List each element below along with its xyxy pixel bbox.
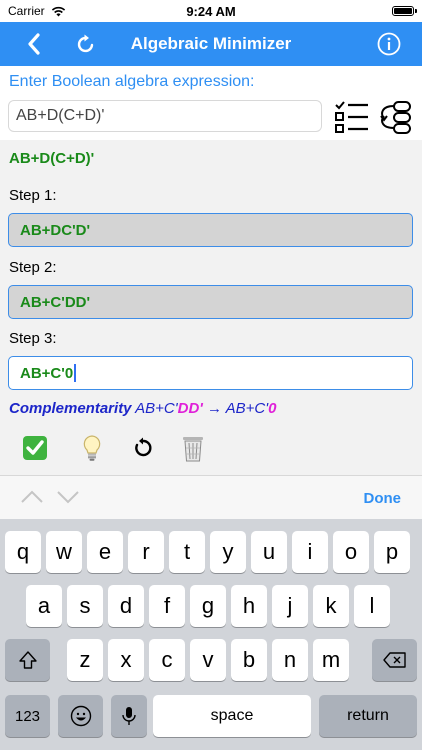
backspace-key[interactable]	[372, 639, 417, 681]
key-n[interactable]: n	[272, 639, 308, 681]
trash-icon	[183, 437, 203, 462]
key-u[interactable]: u	[251, 531, 287, 573]
checklist-icon	[335, 101, 368, 133]
step-2-label: Step 2:	[9, 259, 57, 276]
key-g[interactable]: g	[190, 585, 226, 627]
battery-icon	[392, 6, 417, 16]
key-l[interactable]: l	[354, 585, 390, 627]
chevron-up-icon	[21, 490, 43, 503]
clear-button[interactable]	[177, 432, 209, 464]
step-3-value: AB+C'0	[20, 364, 74, 382]
space-key[interactable]: space	[153, 695, 311, 737]
previous-field-button[interactable]	[20, 488, 44, 506]
key-s[interactable]: s	[67, 585, 103, 627]
page-title: Algebraic Minimizer	[130, 34, 292, 53]
original-expression: AB+D(C+D)'	[9, 150, 95, 167]
logic-gate-icon	[380, 101, 411, 134]
keyboard: q w e r t y u i o p a s d f g h j k l z …	[0, 519, 422, 750]
step-3-field[interactable]: AB+C'0	[8, 356, 413, 390]
key-k[interactable]: k	[313, 585, 349, 627]
logic-gate-button[interactable]	[376, 99, 412, 135]
text-cursor	[74, 364, 77, 382]
chevron-down-icon	[57, 491, 79, 504]
status-time: 9:24 AM	[186, 3, 236, 19]
key-d[interactable]: d	[108, 585, 144, 627]
key-t[interactable]: t	[169, 531, 205, 573]
expression-input[interactable]	[8, 100, 322, 132]
check-icon	[23, 436, 47, 460]
step-3-label: Step 3:	[9, 330, 57, 347]
key-w[interactable]: w	[46, 531, 82, 573]
refresh-button[interactable]	[70, 28, 102, 60]
navigation-bar: Algebraic Minimizer	[0, 22, 422, 66]
key-a[interactable]: a	[26, 585, 62, 627]
info-icon	[377, 32, 401, 56]
rule-after-prefix: AB+C'	[225, 400, 269, 417]
keyboard-accessory-bar: Done	[0, 475, 422, 519]
rule-explanation: Complementarity AB+C'DD' → AB+C'0	[9, 400, 276, 417]
rule-name: Complementarity	[9, 400, 132, 417]
step-2-field[interactable]: AB+C'DD'	[8, 285, 413, 319]
refresh-icon	[77, 34, 94, 53]
checklist-button[interactable]	[334, 99, 370, 135]
key-v[interactable]: v	[190, 639, 226, 681]
back-button[interactable]	[18, 28, 50, 60]
info-button[interactable]	[373, 28, 405, 60]
emoji-key[interactable]	[58, 695, 103, 737]
key-b[interactable]: b	[231, 639, 267, 681]
key-q[interactable]: q	[5, 531, 41, 573]
key-h[interactable]: h	[231, 585, 267, 627]
rule-before-prefix: AB+C'	[135, 400, 178, 417]
key-z[interactable]: z	[67, 639, 103, 681]
check-button[interactable]	[19, 432, 51, 464]
emoji-icon	[70, 705, 91, 727]
backspace-icon	[382, 652, 406, 668]
key-f[interactable]: f	[149, 585, 185, 627]
hint-button[interactable]	[76, 432, 108, 464]
key-y[interactable]: y	[210, 531, 246, 573]
key-c[interactable]: c	[149, 639, 185, 681]
key-j[interactable]: j	[272, 585, 308, 627]
status-bar: Carrier 9:24 AM	[0, 0, 422, 22]
key-e[interactable]: e	[87, 531, 123, 573]
chevron-left-icon	[28, 33, 40, 55]
key-r[interactable]: r	[128, 531, 164, 573]
rule-arrow: →	[207, 400, 223, 417]
step-1-label: Step 1:	[9, 187, 57, 204]
key-i[interactable]: i	[292, 531, 328, 573]
key-p[interactable]: p	[374, 531, 410, 573]
shift-key[interactable]	[5, 639, 50, 681]
key-o[interactable]: o	[333, 531, 369, 573]
numbers-key[interactable]: 123	[5, 695, 50, 737]
rule-after-highlight: 0	[268, 400, 277, 417]
key-x[interactable]: x	[108, 639, 144, 681]
key-m[interactable]: m	[313, 639, 349, 681]
undo-button[interactable]	[127, 432, 159, 464]
undo-icon	[135, 437, 152, 457]
dictation-key[interactable]	[111, 695, 147, 737]
step-2-value: AB+C'DD'	[20, 293, 91, 311]
done-button[interactable]: Done	[364, 490, 402, 507]
input-prompt: Enter Boolean algebra expression:	[9, 73, 255, 90]
hint-bulb-icon	[83, 435, 101, 461]
rule-before-highlight: DD'	[177, 400, 203, 417]
return-key[interactable]: return	[319, 695, 417, 737]
next-field-button[interactable]	[56, 488, 80, 506]
shift-icon	[18, 651, 37, 669]
step-1-value: AB+DC'D'	[20, 221, 91, 239]
step-1-field[interactable]: AB+DC'D'	[8, 213, 413, 247]
microphone-icon	[122, 707, 136, 725]
